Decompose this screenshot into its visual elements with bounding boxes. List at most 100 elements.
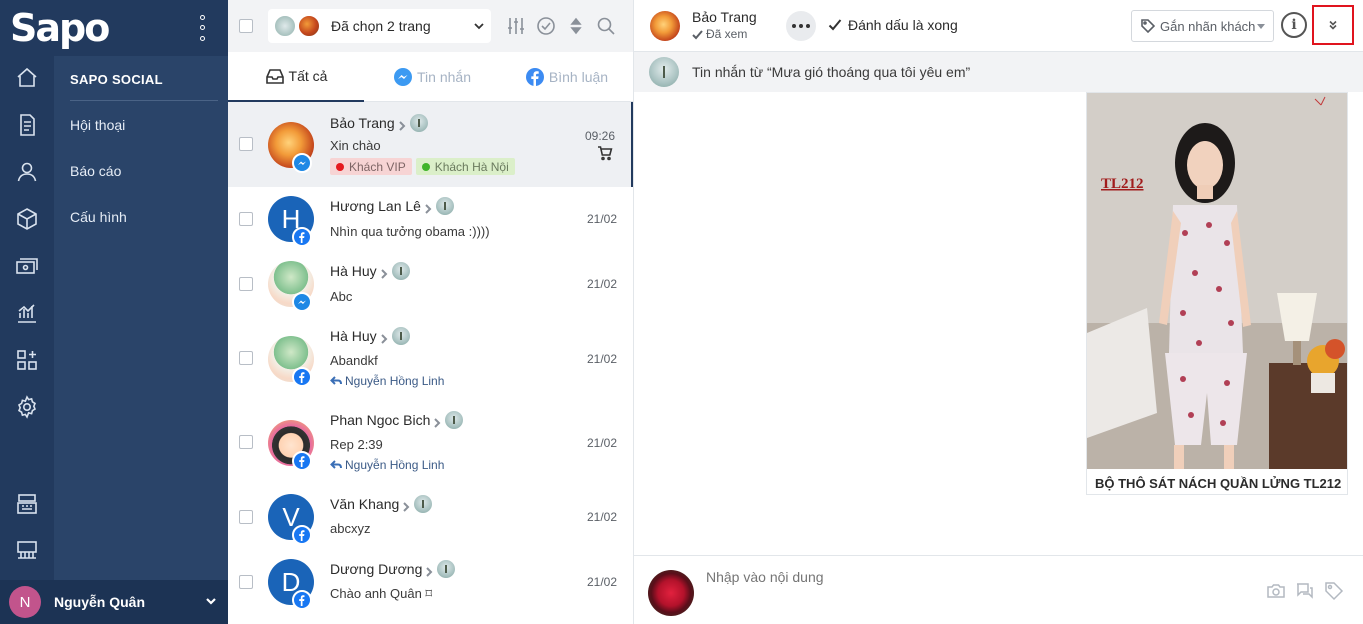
page-avatar-icon xyxy=(414,495,433,513)
conversation-time: 21/02 xyxy=(586,575,617,589)
conversation-item[interactable]: H Hương Lan Lê Nhìn qua tưởng obama :)))… xyxy=(228,187,633,252)
orders-icon[interactable] xyxy=(13,111,41,139)
double-chevron-down-icon xyxy=(1329,20,1337,30)
contact-name: Phan Ngoc Bich xyxy=(330,412,431,428)
conversation-item[interactable]: Bảo Trang Xin chào Khách VIP Khách Hà Nộ… xyxy=(228,102,633,187)
chevron-right-icon xyxy=(379,331,389,344)
contact-name: Văn Khang xyxy=(330,496,400,512)
camera-icon[interactable] xyxy=(1266,581,1286,601)
user-account-bar[interactable]: N Nguyễn Quân xyxy=(0,580,228,624)
product-box-icon[interactable] xyxy=(13,205,41,233)
facebook-icon xyxy=(525,68,544,86)
chevron-right-icon xyxy=(397,118,407,131)
mark-read-check-icon[interactable] xyxy=(536,16,556,36)
contact-name-line: Văn Khang xyxy=(330,495,433,513)
messenger-icon xyxy=(292,292,312,312)
nav-item-config[interactable]: Cấu hình xyxy=(70,209,127,225)
message-input[interactable] xyxy=(706,569,1206,585)
conversation-checkbox[interactable] xyxy=(239,510,253,524)
facebook-icon xyxy=(292,525,312,545)
conversation-checkbox[interactable] xyxy=(239,435,253,449)
tag-customer-dropdown[interactable]: Gắn nhãn khách xyxy=(1131,10,1274,42)
conversation-checkbox[interactable] xyxy=(239,351,253,365)
conversation-checkbox[interactable] xyxy=(239,137,253,151)
contact-name-line: Bảo Trang xyxy=(330,114,428,132)
chat-contact-avatar[interactable] xyxy=(650,11,680,41)
product-title: BỘ THÔ SÁT NÁCH QUẦN LỬNG TL212 · xyxy=(1095,476,1342,491)
tag-label: Khách Hà Nội xyxy=(434,159,509,174)
composer xyxy=(634,555,1363,624)
contact-name: Hương Lan Lê xyxy=(330,198,421,214)
page-selector[interactable]: Đã chọn 2 trang xyxy=(268,9,491,43)
chevron-down-icon[interactable] xyxy=(204,594,218,608)
facebook-icon xyxy=(292,227,312,247)
more-options-button[interactable] xyxy=(786,11,816,41)
quick-reply-icon[interactable] xyxy=(1295,581,1315,601)
mark-done-button[interactable]: Đánh dấu là xong xyxy=(828,17,958,33)
tab-all[interactable]: Tất cả xyxy=(228,52,364,102)
nav-item-conversations[interactable]: Hội thoại xyxy=(70,117,125,133)
conversation-item[interactable]: D Dương Dương Chào anh Quân ⌑ 21/02 xyxy=(228,550,633,615)
conversation-time: 09:26 xyxy=(584,129,615,143)
conversation-item[interactable]: Hà Huy Abandkf Nguyễn Hồng Linh 21/02 xyxy=(228,317,633,401)
pos-register-icon[interactable] xyxy=(13,490,41,518)
filter-sliders-icon[interactable] xyxy=(506,16,526,36)
contact-name-line: Dương Dương xyxy=(330,560,456,578)
apps-icon[interactable] xyxy=(13,346,41,374)
tab-comments[interactable]: Bình luận xyxy=(500,52,633,102)
conversation-time: 21/02 xyxy=(586,510,617,524)
search-icon[interactable] xyxy=(596,16,616,36)
message-source-text: Tin nhắn từ “Mưa gió thoáng qua tôi yêu … xyxy=(692,64,971,80)
chat-header: Bảo Trang Đã xem Đánh dấu là xong Gắn nh… xyxy=(634,0,1363,52)
more-menu-icon[interactable] xyxy=(194,12,210,44)
contact-name: Hà Huy xyxy=(330,328,377,344)
sort-icon[interactable] xyxy=(566,16,586,36)
cashbook-icon[interactable] xyxy=(13,252,41,280)
report-chart-icon[interactable] xyxy=(13,299,41,327)
nav-divider xyxy=(70,100,218,101)
store-icon[interactable] xyxy=(13,536,41,564)
nav-heading: SAPO SOCIAL xyxy=(70,72,163,87)
settings-gear-icon[interactable] xyxy=(13,393,41,421)
chevron-right-icon xyxy=(423,201,433,214)
cart-icon[interactable] xyxy=(597,145,613,161)
messenger-icon xyxy=(394,68,413,86)
page-avatar-icon xyxy=(391,262,410,280)
page-avatar-icon xyxy=(435,197,454,215)
conversation-item[interactable]: Hà Huy Abc 21/02 xyxy=(228,252,633,317)
brand-bar: Sapo xyxy=(0,0,228,56)
chevron-right-icon xyxy=(401,499,411,512)
conversation-checkbox[interactable] xyxy=(239,277,253,291)
home-icon[interactable] xyxy=(13,64,41,92)
conversation-item[interactable]: Phan Ngoc Bich Rep 2:39 Nguyễn Hồng Linh… xyxy=(228,401,633,485)
tab-comments-label: Bình luận xyxy=(548,69,609,85)
chevron-right-icon xyxy=(379,266,389,279)
tag-vip[interactable]: Khách VIP xyxy=(330,158,412,175)
tag-icon xyxy=(1141,19,1156,34)
facebook-icon xyxy=(292,590,312,610)
conversation-item[interactable]: V Văn Khang abcxyz 21/02 xyxy=(228,485,633,550)
tag-icon[interactable] xyxy=(1324,581,1344,601)
chat-contact-name[interactable]: Bảo Trang xyxy=(692,9,757,25)
product-card[interactable]: TL212 BỘ THÔ SÁT NÁCH QUẦN LỬNG TL212 · xyxy=(1086,92,1348,495)
inbox-icon xyxy=(265,69,284,84)
page-avatar-icon xyxy=(445,411,464,429)
app-root: Sapo SAPO SOCIAL Hội thoại Báo cáo Cấu h… xyxy=(0,0,1363,624)
seen-status: Đã xem xyxy=(692,27,747,41)
info-icon[interactable]: i xyxy=(1281,12,1307,38)
tab-all-label: Tất cả xyxy=(288,68,328,84)
tab-messages[interactable]: Tin nhắn xyxy=(364,52,500,102)
last-message: Nhìn qua tưởng obama :)))) xyxy=(330,224,490,239)
tag-customer-label: Gắn nhãn khách xyxy=(1160,18,1256,34)
conversation-checkbox[interactable] xyxy=(239,575,253,589)
select-all-checkbox[interactable] xyxy=(239,19,253,33)
nav-item-reports[interactable]: Báo cáo xyxy=(70,163,121,179)
collapse-header-button[interactable] xyxy=(1312,5,1354,45)
messenger-icon xyxy=(292,153,312,173)
tag-hanoi[interactable]: Khách Hà Nội xyxy=(415,158,515,175)
customer-icon[interactable] xyxy=(13,158,41,186)
user-name: Nguyễn Quân xyxy=(54,594,146,610)
conversation-checkbox[interactable] xyxy=(239,212,253,226)
contact-name-line: Hà Huy xyxy=(330,327,410,345)
sapo-logo[interactable]: Sapo xyxy=(10,6,110,50)
